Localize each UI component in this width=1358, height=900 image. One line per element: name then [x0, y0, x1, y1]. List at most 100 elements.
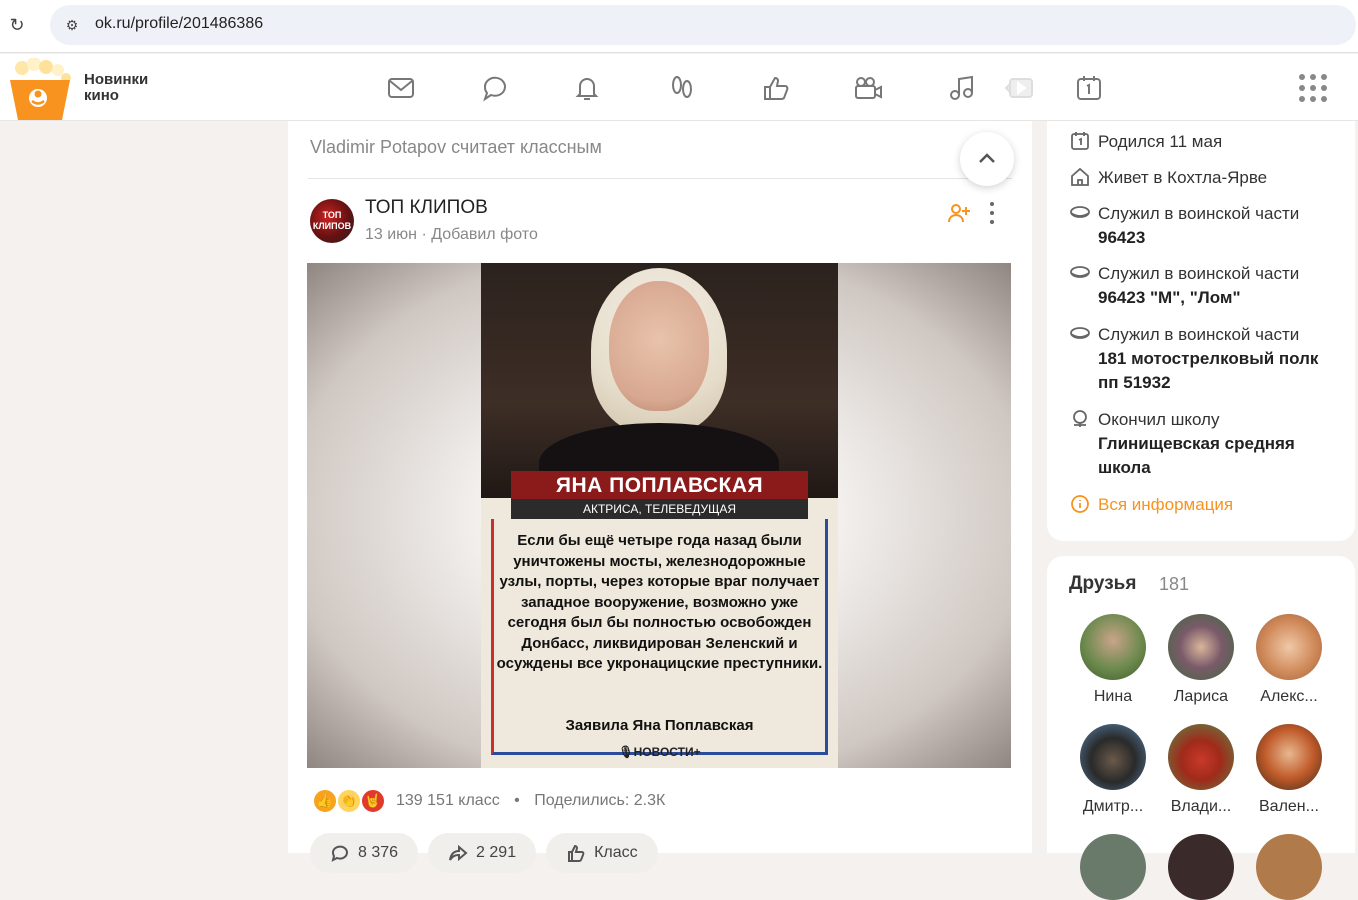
browser-toolbar: ↻ ⚙ ok.ru/profile/201486386 — [0, 0, 1358, 53]
all-info-row[interactable]: Вся информация — [1069, 493, 1339, 517]
friend-item[interactable]: Влади... — [1161, 724, 1241, 816]
post-date[interactable]: 13 июн — [365, 226, 417, 243]
military-row-3: Служил в воинской части 181 мотострелков… — [1069, 323, 1339, 395]
military-text-3: Служил в воинской части 181 мотострелков… — [1098, 323, 1339, 395]
info-icon — [1069, 493, 1091, 515]
klass-count[interactable]: 139 151 класс — [396, 792, 500, 809]
address-bar[interactable]: ⚙ ok.ru/profile/201486386 — [50, 5, 1356, 45]
friend-item[interactable]: Вален... — [1249, 724, 1329, 816]
profile-info-card: Родился 11 мая Живет в Кохтла-Ярве Служи… — [1047, 121, 1355, 541]
friend-name: Алекс... — [1260, 688, 1318, 705]
military-cap-icon — [1069, 202, 1091, 224]
meta-dot: · — [421, 226, 432, 243]
lives-text[interactable]: Живет в Кохтла-Ярве — [1098, 166, 1267, 190]
comment-icon — [331, 845, 348, 862]
birthday-row: Родился 11 мая — [1069, 130, 1339, 154]
military-row-2: Служил в воинской части 96423 "М", "Лом" — [1069, 262, 1339, 310]
reactions-bar[interactable]: 👍 👏 🤘 139 151 класс • Поделились: 2.3К — [312, 787, 665, 815]
url-text[interactable]: ok.ru/profile/201486386 — [95, 15, 263, 33]
birthday-text: Родился 11 мая — [1098, 132, 1223, 151]
school-value[interactable]: Глинищевская средняя школа — [1098, 432, 1339, 480]
friend-avatar — [1168, 834, 1234, 900]
friend-item[interactable] — [1249, 834, 1329, 900]
promo-line-2: кино — [84, 87, 119, 104]
friend-item[interactable]: Лариса — [1161, 614, 1241, 706]
friends-title[interactable]: Друзья — [1069, 573, 1136, 595]
thumb-up-icon — [568, 844, 585, 862]
globe-icon — [1069, 408, 1091, 430]
scroll-up-button[interactable] — [960, 132, 1014, 186]
reload-icon[interactable]: ↻ — [6, 14, 28, 36]
group-name[interactable]: ТОП КЛИПОВ — [365, 197, 488, 219]
military-value-2[interactable]: 96423 "М", "Лом" — [1098, 286, 1299, 310]
like-reaction-icon: 👍 — [312, 788, 338, 814]
military-label-3: Служил в воинской части — [1098, 325, 1300, 344]
home-icon — [1069, 166, 1091, 188]
post-photo[interactable]: ЯНА ПОПЛАВСКАЯ АКТРИСА, ТЕЛЕВЕДУЩАЯ Если… — [307, 263, 1011, 768]
post-actions: 8 376 2 291 Класс — [310, 833, 668, 873]
ok-logo-popcorn-icon[interactable] — [4, 57, 76, 120]
post-stats: 139 151 класс • Поделились: 2.3К — [396, 792, 665, 810]
liked-by-text[interactable]: Vladimir Potapov считает классным — [310, 137, 602, 158]
school-label: Окончил школу — [1098, 410, 1220, 429]
friend-avatar — [1168, 614, 1234, 680]
promo-label[interactable]: Новинки кино — [84, 72, 148, 104]
friend-avatar — [1080, 724, 1146, 790]
photo-source: 🎙НОВОСТИ+ — [618, 745, 701, 759]
friend-item[interactable]: Дмитр... — [1073, 724, 1153, 816]
clap-reaction-icon: 👏 — [336, 788, 362, 814]
comments-count: 8 376 — [358, 844, 399, 861]
military-value-1[interactable]: 96423 — [1098, 226, 1299, 250]
calendar-icon[interactable] — [1072, 71, 1106, 105]
feed-card: Vladimir Potapov считает классным ТОП КЛ… — [288, 121, 1032, 873]
military-value-3[interactable]: 181 мотострелковый полк пп 51932 — [1098, 347, 1339, 395]
school-text: Окончил школу Глинищевская средняя школа — [1098, 408, 1339, 480]
friend-item[interactable]: Алекс... — [1249, 614, 1329, 706]
notifications-icon[interactable] — [570, 71, 604, 105]
friend-item[interactable] — [1073, 834, 1153, 900]
promo-line-1: Новинки — [84, 71, 149, 88]
friend-avatar — [1080, 614, 1146, 680]
military-label-1: Служил в воинской части — [1098, 204, 1300, 223]
shares-count[interactable]: Поделились: 2.3К — [534, 792, 665, 809]
photo-source-label: НОВОСТИ+ — [633, 745, 701, 759]
photo-quote: Если бы ещё четыре года назад были уничт… — [496, 532, 823, 672]
friend-avatar — [1256, 834, 1322, 900]
video-icon[interactable] — [851, 71, 885, 105]
photo-name-plate: ЯНА ПОПЛАВСКАЯ — [511, 471, 808, 501]
music-icon[interactable] — [945, 71, 979, 105]
friend-item[interactable] — [1161, 834, 1241, 900]
military-label-2: Служил в воинской части — [1098, 264, 1300, 283]
friend-avatar — [1080, 834, 1146, 900]
school-row: Окончил школу Глинищевская средняя школа — [1069, 408, 1339, 480]
klass-button[interactable]: Класс — [546, 833, 658, 873]
military-cap-icon — [1069, 323, 1091, 345]
group-avatar[interactable]: ТОП КЛИПОВ — [310, 199, 354, 243]
share-button[interactable]: 2 291 — [428, 833, 537, 873]
friend-avatar — [1256, 614, 1322, 680]
calendar-icon — [1069, 130, 1091, 152]
friend-name: Вален... — [1259, 798, 1319, 815]
military-text-1: Служил в воинской части 96423 — [1098, 202, 1299, 250]
comments-button[interactable]: 8 376 — [310, 833, 419, 873]
friend-item[interactable]: Нина — [1073, 614, 1153, 706]
klass-label: Класс — [594, 844, 638, 861]
apps-grid-icon[interactable] — [1299, 74, 1327, 102]
site-settings-icon[interactable]: ⚙ — [62, 15, 82, 35]
photo-image: ЯНА ПОПЛАВСКАЯ АКТРИСА, ТЕЛЕВЕДУЩАЯ Если… — [481, 263, 838, 768]
messages-icon[interactable] — [384, 71, 418, 105]
photo-role-plate: АКТРИСА, ТЕЛЕВЕДУЩАЯ — [511, 499, 808, 519]
all-info-link[interactable]: Вся информация — [1098, 493, 1233, 517]
video-play-icon[interactable] — [1002, 71, 1036, 105]
divider — [308, 178, 1012, 179]
friend-name: Дмитр... — [1082, 798, 1144, 815]
join-group-icon[interactable] — [947, 201, 971, 225]
portrait-face — [609, 281, 709, 411]
post-action: Добавил фото — [431, 226, 538, 243]
more-options-icon[interactable] — [988, 202, 996, 224]
rock-reaction-icon: 🤘 — [360, 788, 386, 814]
guests-icon[interactable] — [665, 71, 699, 105]
events-icon[interactable] — [759, 71, 793, 105]
military-row-1: Служил в воинской части 96423 — [1069, 202, 1339, 250]
discussions-icon[interactable] — [478, 71, 512, 105]
